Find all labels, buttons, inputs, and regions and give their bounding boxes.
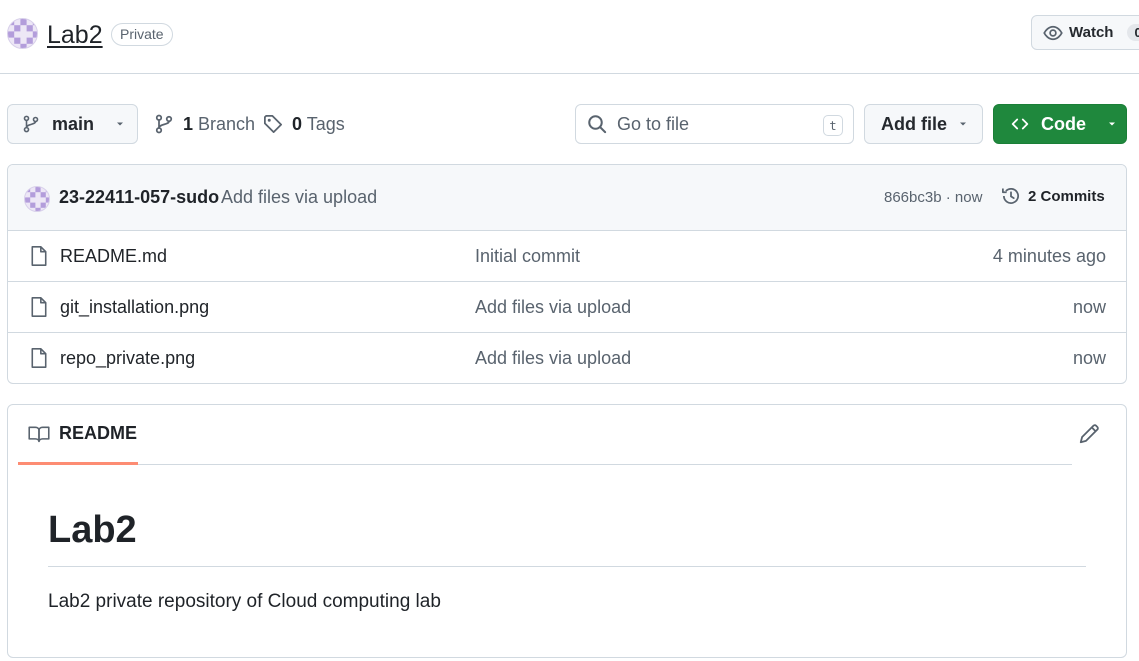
identicon-icon <box>8 19 37 48</box>
search-input[interactable] <box>617 113 817 135</box>
code-label: Code <box>1041 113 1086 134</box>
file-name-link[interactable]: repo_private.png <box>60 348 195 369</box>
watch-button[interactable]: Watch 0 <box>1031 15 1139 50</box>
file-commit-time: now <box>1072 348 1106 368</box>
tag-icon <box>264 115 282 133</box>
branches-link[interactable]: 1 Branch <box>154 104 255 144</box>
code-icon <box>1011 118 1029 130</box>
file-name-link[interactable]: README.md <box>60 246 167 267</box>
repo-toolbar: main 1 Branch 0 Tags t Add file <box>0 104 1139 144</box>
watch-label: Watch <box>1069 24 1114 41</box>
file-commit-message-link[interactable]: Add files via upload <box>475 348 631 369</box>
repo-header: Lab2 Private Watch 0 <box>0 0 1139 74</box>
readme-tab-label: README <box>59 423 138 443</box>
add-file-button[interactable]: Add file <box>864 104 983 144</box>
keyboard-shortcut-hint: t <box>823 115 843 136</box>
readme-tab-bar: README <box>18 405 1072 465</box>
repo-name-link[interactable]: Lab2 <box>47 20 103 50</box>
tags-link[interactable]: 0 Tags <box>263 104 345 144</box>
readme-description: Lab2 private repository of Cloud computi… <box>48 591 441 612</box>
chevron-down-icon <box>960 122 966 126</box>
file-list: 23-22411-057-sudo Add files via upload 8… <box>7 164 1127 384</box>
watch-count: 0 <box>1127 24 1139 41</box>
file-icon <box>31 297 47 317</box>
chevron-down-icon <box>1109 122 1115 126</box>
commits-count-label: 2 Commits <box>1028 187 1105 205</box>
file-row[interactable]: git_installation.png Add files via uploa… <box>8 282 1126 333</box>
file-commit-time: now <box>1072 297 1106 317</box>
tag-label: Tags <box>306 113 345 134</box>
edit-readme-button[interactable] <box>1078 423 1100 445</box>
file-icon <box>31 348 47 368</box>
commit-message-link[interactable]: Add files via upload <box>221 187 377 208</box>
readme-heading: Lab2 <box>48 509 1086 567</box>
book-icon <box>28 425 50 442</box>
commit-author-link[interactable]: 23-22411-057-sudo <box>59 187 219 208</box>
file-name-link[interactable]: git_installation.png <box>60 297 209 318</box>
pencil-icon <box>1079 424 1099 444</box>
file-commit-time: 4 minutes ago <box>992 246 1106 266</box>
identicon-icon <box>25 187 49 211</box>
file-row[interactable]: repo_private.png Add files via upload no… <box>8 333 1126 383</box>
chevron-down-icon <box>117 122 124 126</box>
branch-count: 1 <box>183 113 194 134</box>
file-row[interactable]: README.md Initial commit 4 minutes ago <box>8 231 1126 282</box>
add-file-label: Add file <box>881 113 947 134</box>
git-branch-icon <box>155 114 173 134</box>
branch-name: main <box>52 113 95 134</box>
git-branch-icon <box>23 115 39 133</box>
branch-label: Branch <box>198 113 256 134</box>
visibility-badge: Private <box>111 23 173 46</box>
history-icon <box>1002 187 1019 204</box>
file-commit-message-link[interactable]: Initial commit <box>475 246 580 267</box>
tab-readme[interactable]: README <box>18 405 138 465</box>
go-to-file-search[interactable]: t <box>575 104 854 144</box>
file-commit-message-link[interactable]: Add files via upload <box>475 297 631 318</box>
commits-history-link[interactable]: 2 Commits <box>1001 186 1105 206</box>
code-button[interactable]: Code <box>993 104 1127 144</box>
latest-commit-bar: 23-22411-057-sudo Add files via upload 8… <box>8 165 1126 231</box>
search-icon <box>588 115 607 134</box>
readme-panel: README Lab2 Lab2 private repository of C… <box>7 404 1127 658</box>
eye-icon <box>1043 25 1063 40</box>
tag-count: 0 <box>292 113 303 134</box>
commit-author-avatar[interactable] <box>24 186 50 212</box>
file-icon <box>31 246 47 266</box>
branch-selector-button[interactable]: main <box>7 104 138 144</box>
commit-hash-time[interactable]: 866bc3b · now <box>884 189 982 206</box>
owner-avatar[interactable] <box>7 18 38 49</box>
